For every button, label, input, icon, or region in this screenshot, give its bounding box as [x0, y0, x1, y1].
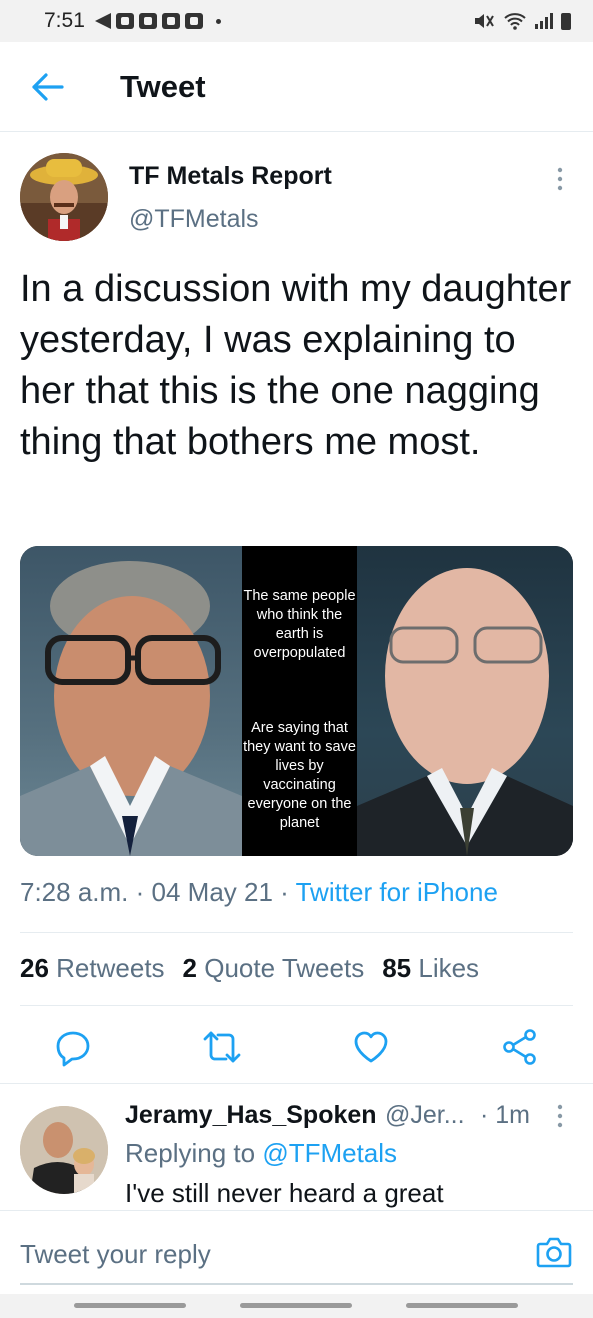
mute-icon — [475, 14, 494, 28]
tweet-actions — [0, 1022, 593, 1072]
media-caption-top: The same people who think the earth is o… — [243, 588, 356, 661]
more-notifications-icon — [215, 18, 221, 24]
tweet-time: 7:28 a.m. — [20, 877, 129, 907]
status-time: 7:51 — [44, 9, 85, 32]
retweets-label: Retweets — [56, 953, 165, 983]
notification-icons — [94, 13, 221, 29]
author-name[interactable]: TF Metals Report — [129, 162, 332, 191]
nav-home-handle[interactable] — [240, 1303, 352, 1308]
media-caption-bottom: Are saying that they want to save lives … — [243, 720, 356, 831]
app-notification-icon — [161, 13, 180, 29]
page-title: Tweet — [120, 69, 206, 104]
battery-icon — [561, 12, 571, 30]
meta-separator: · — [280, 877, 296, 907]
top-app-bar: Tweet — [0, 42, 593, 132]
tweet-date: 04 May 21 — [151, 877, 273, 907]
camera-icon[interactable] — [536, 1236, 572, 1268]
reply-input[interactable]: Tweet your reply — [20, 1239, 211, 1270]
tweet-media-image[interactable]: The same people who think the earth is o… — [20, 546, 573, 856]
app-notification-icon — [184, 13, 203, 29]
likes-stat[interactable]: 85 Likes — [382, 953, 479, 983]
reply-avatar-image — [20, 1106, 108, 1194]
status-bar: 7:51 — [0, 0, 593, 42]
tweet-meta: 7:28 a.m. · 04 May 21 · Twitter for iPho… — [20, 877, 498, 908]
quote-tweets-label: Quote Tweets — [204, 953, 365, 983]
more-vertical-icon[interactable] — [556, 1104, 564, 1128]
avatar[interactable] — [20, 153, 108, 241]
reply-composer: Tweet your reply — [0, 1210, 593, 1294]
back-arrow-icon[interactable] — [30, 72, 64, 102]
replying-to: Replying to @TFMetals — [125, 1138, 397, 1169]
meta-separator: · — [135, 877, 152, 907]
reply-author-handle[interactable]: @Jer... — [385, 1101, 465, 1130]
divider — [0, 1083, 593, 1084]
wifi-icon — [504, 13, 526, 30]
reply-time: · 1m — [480, 1101, 530, 1129]
avatar-image — [20, 153, 108, 241]
reply-avatar[interactable] — [20, 1106, 108, 1194]
reply-text: I've still never heard a great — [125, 1178, 444, 1208]
system-nav-bar — [0, 1294, 593, 1318]
send-icon — [94, 13, 111, 29]
more-vertical-icon[interactable] — [556, 167, 564, 191]
status-icons — [473, 11, 571, 31]
quote-tweets-stat[interactable]: 2 Quote Tweets — [183, 953, 365, 983]
likes-count: 85 — [382, 953, 412, 983]
retweets-stat[interactable]: 26 Retweets — [20, 953, 165, 983]
tweet-source-link[interactable]: Twitter for iPhone — [296, 877, 498, 907]
author-handle[interactable]: @TFMetals — [129, 205, 259, 234]
reply-icon[interactable] — [53, 1027, 93, 1067]
reply-author-name[interactable]: Jeramy_Has_Spoken — [125, 1101, 377, 1130]
tweet-stats: 26 Retweets 2 Quote Tweets 85 Likes — [20, 953, 479, 984]
divider — [20, 932, 573, 933]
signal-icon — [535, 13, 553, 29]
app-notification-icon — [115, 13, 134, 29]
quote-tweets-count: 2 — [182, 953, 198, 983]
nav-recents-handle[interactable] — [74, 1303, 186, 1308]
likes-label: Likes — [418, 953, 480, 983]
divider — [20, 1005, 573, 1006]
portrait-right — [357, 568, 573, 856]
app-notification-icon — [138, 13, 157, 29]
retweet-icon[interactable] — [202, 1027, 242, 1067]
replying-to-handle[interactable]: @TFMetals — [262, 1138, 397, 1168]
nav-back-handle[interactable] — [406, 1303, 518, 1308]
share-icon[interactable] — [500, 1027, 540, 1067]
reply-input-underline — [20, 1283, 573, 1285]
replying-to-prefix: Replying to — [125, 1138, 256, 1168]
retweets-count: 26 — [20, 953, 49, 983]
portrait-left — [20, 561, 242, 856]
like-icon[interactable] — [351, 1027, 391, 1067]
media-left-photo — [20, 546, 242, 856]
tweet-text: In a discussion with my daughter yesterd… — [20, 268, 572, 463]
media-right-photo — [357, 546, 573, 856]
